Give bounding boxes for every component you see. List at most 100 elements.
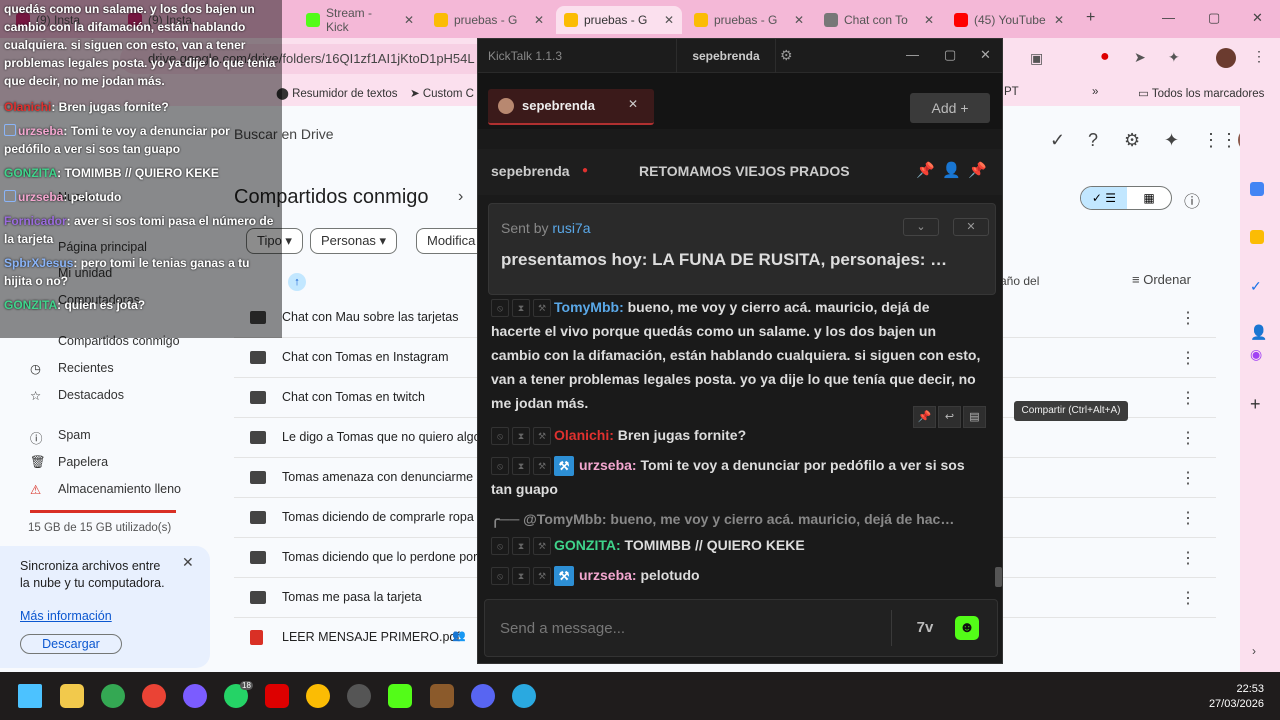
chevron-right-icon[interactable]: › [1252, 644, 1256, 658]
add-icon[interactable]: + [1250, 394, 1261, 415]
chevron-down-icon[interactable]: ⌄ [903, 218, 939, 236]
gear-icon[interactable]: ⚙ [780, 47, 793, 64]
copy-icon[interactable]: ▤ [963, 406, 986, 428]
discord-icon[interactable] [471, 684, 495, 708]
minimize-button[interactable]: — [1162, 10, 1175, 25]
sort-arrow-up-icon[interactable]: ↑ [288, 273, 306, 291]
hammer-icon[interactable]: ⚒ [533, 427, 551, 446]
profile-avatar[interactable] [1216, 48, 1236, 68]
hammer-icon[interactable]: ⚒ [533, 537, 551, 556]
browser-tab[interactable]: Stream - Kick ✕ [298, 6, 422, 34]
hourglass-icon[interactable]: ⧗ [512, 567, 530, 586]
reply-icon[interactable]: ↩ [938, 406, 961, 428]
grid-view-icon[interactable]: ▦ [1127, 187, 1171, 209]
extension-icon[interactable]: ▣ [1030, 50, 1043, 67]
close-icon[interactable]: ✕ [628, 97, 638, 111]
browser-tab[interactable]: pruebas - G ✕ [686, 6, 812, 34]
hourglass-icon[interactable]: ⧗ [512, 299, 530, 318]
tasks-icon[interactable]: ✓ [1250, 278, 1262, 295]
timeout-icon[interactable]: ⦸ [491, 537, 509, 556]
more-icon[interactable]: ⋮ [1180, 308, 1196, 328]
minimize-button[interactable]: — [906, 47, 919, 62]
username[interactable]: urzseba: [579, 457, 637, 473]
maximize-button[interactable]: ▢ [1208, 10, 1220, 26]
add-channel-button[interactable]: Add + [910, 93, 990, 123]
close-icon[interactable]: ✕ [534, 13, 544, 27]
list-view-icon[interactable]: ✓ ☰ [1081, 187, 1127, 209]
unpin-icon[interactable]: ✕ [953, 218, 989, 236]
hourglass-icon[interactable]: ⧗ [512, 457, 530, 476]
contacts-icon[interactable]: 👤 [1250, 324, 1267, 341]
nav-starred[interactable]: ☆ Destacados [30, 388, 124, 403]
browser-tab[interactable]: pruebas - G ✕ [426, 6, 552, 34]
close-icon[interactable]: ✕ [1054, 13, 1064, 27]
gemini-addon-icon[interactable]: ◉ [1250, 346, 1262, 363]
filter-people-chip[interactable]: Personas ▾ [310, 228, 398, 254]
new-tab-button[interactable]: + [1086, 9, 1095, 27]
timeout-icon[interactable]: ⦸ [491, 299, 509, 318]
bookmark-item[interactable]: ➤ Custom C [410, 86, 474, 100]
maximize-button[interactable]: ▢ [944, 47, 956, 63]
puzzle-icon[interactable]: ✦ [1168, 49, 1180, 66]
more-icon[interactable]: ⋮ [1180, 428, 1196, 448]
timeout-icon[interactable]: ⦸ [491, 567, 509, 586]
kicktalk-icon[interactable] [388, 684, 412, 708]
scrollbar-thumb[interactable] [995, 567, 1002, 587]
timeout-icon[interactable]: ⦸ [491, 457, 509, 476]
globe-icon[interactable] [512, 684, 536, 708]
menu-icon[interactable]: ⋮ [1252, 48, 1266, 65]
nav-storage[interactable]: ⚠ Almacenamiento lleno [30, 482, 181, 497]
pinned-message-icon[interactable]: 📌 [968, 161, 987, 179]
more-icon[interactable]: ⋮ [1180, 548, 1196, 568]
obs-icon[interactable] [347, 684, 371, 708]
more-icon[interactable]: ⋮ [1180, 508, 1196, 528]
browser-tab-active[interactable]: pruebas - G ✕ [556, 6, 682, 34]
nav-trash[interactable]: 🗑 Papelera [30, 455, 108, 469]
chrome-icon[interactable] [101, 684, 125, 708]
close-icon[interactable]: ✕ [404, 13, 414, 27]
more-icon[interactable]: ⋮ [1180, 348, 1196, 368]
close-icon[interactable]: ✕ [794, 13, 804, 27]
user-icon[interactable]: 👤 [942, 161, 961, 179]
gemini-icon[interactable]: ✦ [1164, 130, 1179, 151]
apps-grid-icon[interactable]: ⋮⋮ [1202, 130, 1238, 151]
close-window-button[interactable]: ✕ [980, 47, 991, 63]
chevron-right-icon[interactable]: » [1092, 86, 1098, 98]
pinned-author-link[interactable]: rusi7a [552, 220, 590, 236]
7tv-emote-icon[interactable]: 7v [913, 616, 937, 640]
sort-button[interactable]: ≡ Ordenar [1132, 272, 1191, 287]
nav-spam[interactable]: ⓘ Spam [30, 428, 91, 446]
pin-icon[interactable]: 📌 [913, 406, 936, 428]
hammer-icon[interactable]: ⚒ [533, 567, 551, 586]
all-bookmarks-button[interactable]: ▭ Todos los marcadores [1138, 86, 1264, 100]
close-icon[interactable]: ✕ [664, 13, 674, 27]
chat-input[interactable]: Send a message... [500, 620, 625, 637]
browser-tab[interactable]: (45) YouTube ✕ [946, 6, 1072, 34]
more-icon[interactable]: ⋮ [1180, 388, 1196, 408]
system-clock[interactable]: 22:53 27/03/2026 [1209, 682, 1264, 712]
opera-icon[interactable]: ● [1100, 48, 1110, 66]
keep-icon[interactable] [1250, 230, 1264, 244]
more-icon[interactable]: ⋮ [1180, 588, 1196, 608]
hammer-icon[interactable]: ⚒ [533, 299, 551, 318]
username[interactable]: Olanichi: [554, 427, 614, 443]
pdf-reader-icon[interactable] [265, 684, 289, 708]
minecraft-icon[interactable] [430, 684, 454, 708]
browser-tab[interactable]: Chat con To ✕ [816, 6, 942, 34]
more-info-link[interactable]: Más información [20, 609, 112, 623]
close-icon[interactable]: ✕ [924, 13, 934, 27]
hourglass-icon[interactable]: ⧗ [512, 427, 530, 446]
chrome-icon[interactable] [306, 684, 330, 708]
close-icon[interactable]: ✕ [182, 554, 194, 571]
kick-emote-icon[interactable]: ☻ [955, 616, 979, 640]
timeout-icon[interactable]: ⦸ [491, 427, 509, 446]
bookmark-item[interactable]: PT [1004, 86, 1019, 98]
help-icon[interactable]: ? [1088, 130, 1098, 151]
file-explorer-icon[interactable] [60, 684, 84, 708]
close-window-button[interactable]: ✕ [1252, 10, 1263, 26]
bookmark-item[interactable]: ⬤ Resumidor de textos [276, 86, 398, 100]
brave-icon[interactable] [183, 684, 207, 708]
filter-modified-chip[interactable]: Modifica [416, 228, 486, 254]
chevron-right-icon[interactable]: › [458, 188, 463, 206]
ready-offline-icon[interactable]: ✓ [1050, 130, 1065, 151]
